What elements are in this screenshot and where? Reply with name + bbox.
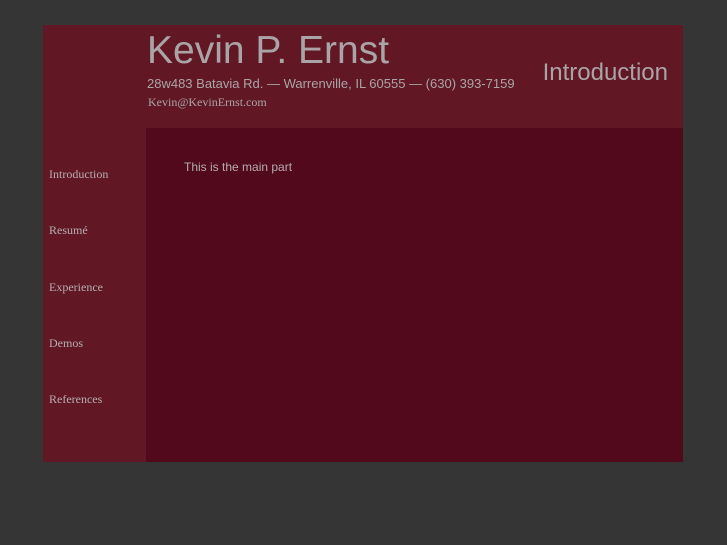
sidebar-item-references[interactable]: References — [49, 392, 102, 407]
sidebar-nav: Introduction Resumé Experience Demos Ref… — [43, 128, 146, 462]
page-title: Kevin P. Ernst — [147, 29, 390, 72]
contact-address: 28w483 Batavia Rd. — Warrenville, IL 605… — [147, 76, 515, 91]
sidebar-item-demos[interactable]: Demos — [49, 336, 83, 351]
sidebar-item-resume[interactable]: Resumé — [49, 223, 88, 238]
sidebar-item-introduction[interactable]: Introduction — [49, 167, 108, 182]
main-content: This is the main part — [146, 128, 683, 462]
page-container: Kevin P. Ernst 28w483 Batavia Rd. — Warr… — [43, 25, 683, 462]
email-link[interactable]: Kevin@KevinErnst.com — [148, 95, 267, 110]
main-text: This is the main part — [184, 160, 293, 174]
sidebar-item-experience[interactable]: Experience — [49, 280, 103, 295]
header: Kevin P. Ernst 28w483 Batavia Rd. — Warr… — [43, 25, 683, 128]
section-title: Introduction — [542, 59, 668, 86]
